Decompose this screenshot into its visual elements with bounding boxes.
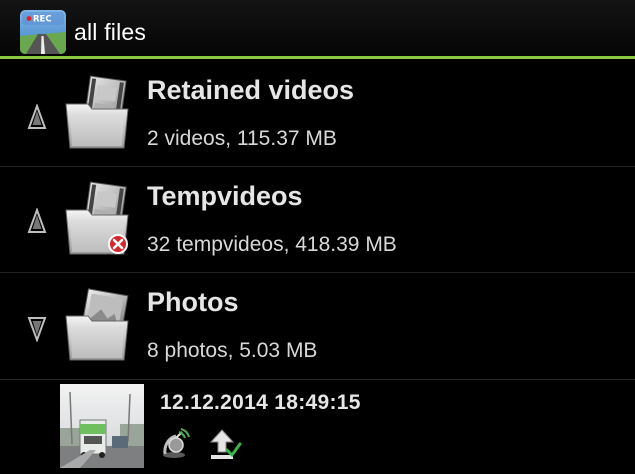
video-folder-icon [62,74,134,154]
group-subtitle: 8 photos, 5.03 MB [147,339,318,362]
group-title: Photos [147,287,239,317]
photo-folder-icon [62,286,134,366]
rec-camera-road-icon[interactable]: REC [20,10,66,54]
group-title: Retained videos [147,75,355,105]
group-retained-videos[interactable]: Retained videos 2 videos, 115.37 MB [0,62,635,167]
group-photos[interactable]: Photos 8 photos, 5.03 MB [0,274,635,379]
video-folder-delete-icon [62,180,134,260]
group-title: Tempvideos [147,181,303,211]
gps-location-icon [160,428,190,460]
expand-triangle-icon[interactable] [27,103,47,130]
expand-triangle-icon[interactable] [27,207,47,234]
action-bar: REC all files [0,0,635,59]
photo-timestamp: 12.12.2014 18:49:15 [160,391,361,414]
collapse-triangle-icon[interactable] [27,316,47,343]
group-subtitle: 2 videos, 115.37 MB [147,127,337,150]
uploaded-check-icon [208,428,242,460]
group-tempvideos[interactable]: Tempvideos 32 tempvideos, 418.39 MB [0,168,635,273]
actionbar-title: all files [74,19,147,45]
group-subtitle: 32 tempvideos, 418.39 MB [147,233,397,256]
photo-thumbnail[interactable] [60,384,144,468]
app-root: REC all files Retained videos 2 videos, … [0,0,635,474]
svg-text:REC: REC [33,15,52,25]
photo-item[interactable]: 12.12.2014 18:49:15 [0,380,635,474]
